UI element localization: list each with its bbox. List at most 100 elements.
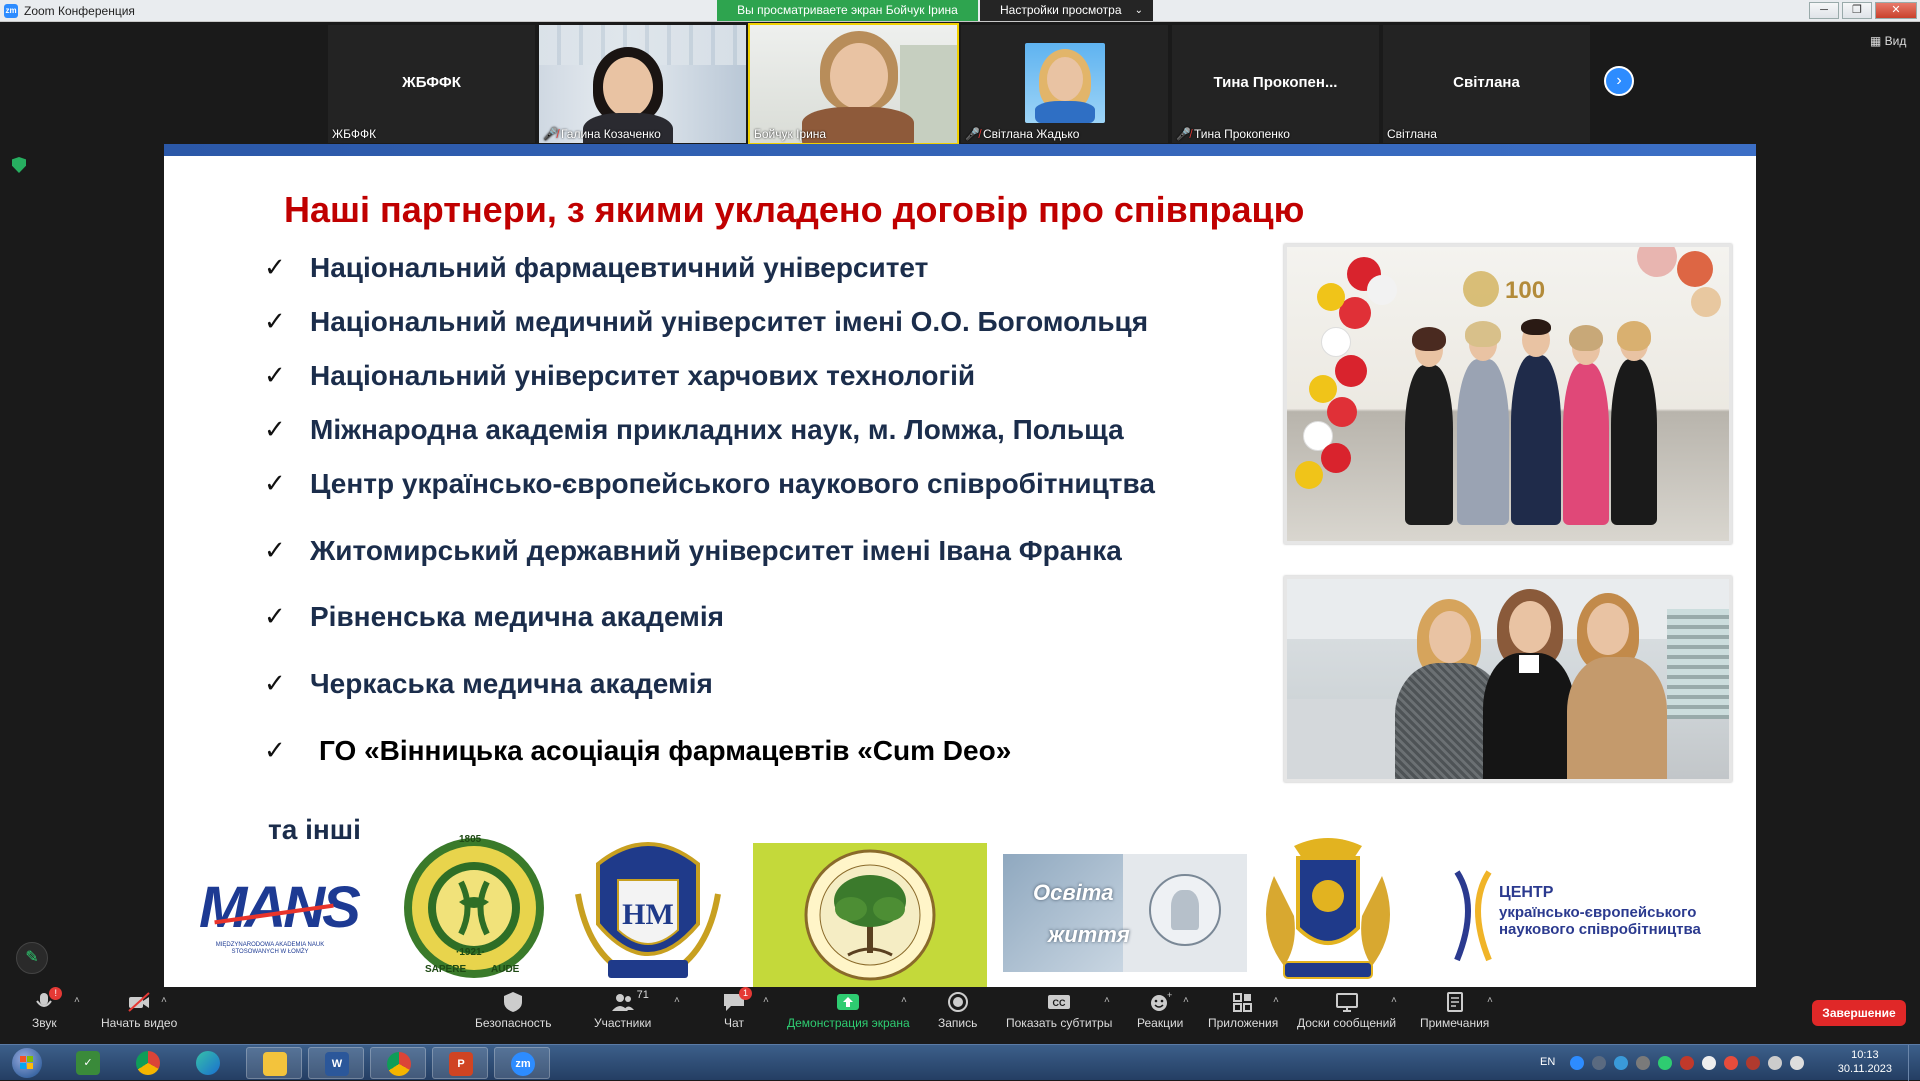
tray-app-icon[interactable] <box>1592 1056 1606 1070</box>
checkmark-icon: ✓ <box>264 306 286 336</box>
powerpoint-icon: P <box>449 1052 473 1076</box>
chevron-up-icon[interactable]: ˄ <box>1183 995 1189 1006</box>
checkmark-icon: ✓ <box>264 252 286 282</box>
chrome-icon <box>387 1052 411 1076</box>
participant-tile-active-speaker[interactable]: Бойчук Ірина <box>748 23 959 145</box>
cum-deo-association-logo <box>753 843 987 987</box>
security-button[interactable]: Безопасность <box>475 991 552 1030</box>
chevron-up-icon[interactable]: ˄ <box>674 995 680 1006</box>
participant-tile[interactable]: 🎤̸ Галина Козаченко <box>539 25 746 143</box>
participant-tile[interactable]: 🎤̸ Світлана Жадько <box>961 25 1168 143</box>
record-button[interactable]: Запись <box>938 991 977 1030</box>
clock[interactable]: 10:13 30.11.2023 <box>1838 1048 1892 1076</box>
tray-app-icon[interactable] <box>1702 1056 1716 1070</box>
chevron-up-icon[interactable]: ˄ <box>74 995 80 1006</box>
mic-muted-icon: 🎤̸ <box>543 127 558 141</box>
participant-tag: 🎤̸ Галина Козаченко <box>543 127 661 141</box>
shared-screen-slide: Наші партнери, з якими укладено договір … <box>164 144 1756 987</box>
share-screen-icon <box>836 991 860 1013</box>
window-title: Zoom Конференция <box>24 3 135 18</box>
chat-icon: 1 <box>722 987 752 1013</box>
tray-app-icon[interactable] <box>1680 1056 1694 1070</box>
minimize-button[interactable]: ─ <box>1809 2 1839 19</box>
participant-tag: 🎤̸ Світлана Жадько <box>965 127 1080 141</box>
taskbar-zoom[interactable]: zm <box>494 1047 550 1079</box>
participant-video <box>750 25 957 143</box>
centr-subtitle: українсько-європейського наукового співр… <box>1499 904 1701 938</box>
participants-icon: 71 <box>611 989 649 1013</box>
participant-name: Світлана <box>1453 74 1520 91</box>
chevron-up-icon[interactable]: ˄ <box>1273 995 1279 1006</box>
nfu-emblem-logo: 1805 ·1921· SAPERE AUDE <box>401 832 547 984</box>
captions-button[interactable]: CC Показать субтитры <box>1006 991 1112 1030</box>
zoom-tray-icon[interactable] <box>1570 1056 1584 1070</box>
encryption-shield-icon[interactable] <box>12 157 26 173</box>
reactions-button[interactable]: + Реакции <box>1137 990 1183 1030</box>
word-icon: W <box>325 1052 349 1076</box>
zoom-logo-icon: zm <box>4 3 18 18</box>
chevron-up-icon[interactable]: ˄ <box>1487 995 1493 1006</box>
participants-button[interactable]: 71 Участники <box>594 989 651 1030</box>
zoom-icon: zm <box>511 1052 535 1076</box>
tray-app-icon[interactable] <box>1724 1056 1738 1070</box>
taskbar-word[interactable]: W <box>308 1047 364 1079</box>
shield-icon <box>501 991 525 1013</box>
windows-taskbar: ✓ W P zm EN 10:13 30.11.2023 <box>0 1044 1920 1081</box>
chevron-up-icon[interactable]: ˄ <box>763 995 769 1006</box>
participant-tile[interactable]: Тина Прокопен... 🎤̸ Тина Прокопенко <box>1172 25 1379 143</box>
view-button[interactable]: ▦ Вид <box>1870 34 1906 48</box>
checkmark-icon: ✓ <box>264 468 286 498</box>
start-button[interactable] <box>4 1047 50 1079</box>
apps-button[interactable]: Приложения <box>1208 991 1278 1030</box>
others-label: та інші <box>268 814 361 845</box>
checkmark-icon: ✓ <box>264 535 286 565</box>
tray-app-icon[interactable] <box>1636 1056 1650 1070</box>
record-icon <box>946 991 970 1013</box>
taskbar-explorer[interactable] <box>246 1047 302 1079</box>
chevron-up-icon[interactable]: ˄ <box>1104 995 1110 1006</box>
slide-title: Наші партнери, з якими укладено договір … <box>284 189 1305 230</box>
language-indicator[interactable]: EN <box>1540 1056 1555 1068</box>
taskbar-powerpoint[interactable]: P <box>432 1047 488 1079</box>
taskbar-chrome[interactable] <box>120 1047 176 1079</box>
chevron-up-icon[interactable]: ˄ <box>161 995 167 1006</box>
participant-tag: ЖБФФК <box>332 127 377 141</box>
slide-top-bar <box>164 144 1756 156</box>
network-icon[interactable] <box>1768 1056 1782 1070</box>
taskbar-chrome-window[interactable] <box>370 1047 426 1079</box>
chevron-up-icon[interactable]: ˄ <box>901 995 907 1006</box>
notes-button[interactable]: Примечания <box>1420 991 1489 1030</box>
meeting-toolbar: ! Звук ˄ Начать видео ˄ Безопасность 71 … <box>0 987 1920 1044</box>
participant-tile[interactable]: ЖБФФК ЖБФФК <box>328 25 535 143</box>
show-desktop-button[interactable] <box>1908 1045 1920 1081</box>
whiteboard-icon <box>1335 991 1359 1013</box>
taskbar-tasks-app[interactable]: ✓ <box>60 1047 116 1079</box>
audio-button[interactable]: ! Звук <box>32 987 63 1030</box>
volume-icon[interactable] <box>1790 1056 1804 1070</box>
close-button[interactable]: ✕ <box>1875 2 1917 19</box>
taskbar-edge[interactable] <box>180 1047 236 1079</box>
nmu-crest-logo: НМ <box>568 834 728 986</box>
chat-button[interactable]: 1 Чат <box>722 987 752 1030</box>
share-screen-button[interactable]: Демонстрация экрана <box>787 991 910 1030</box>
end-meeting-button[interactable]: Завершение <box>1812 1000 1906 1026</box>
mic-muted-icon: 🎤̸ <box>1176 127 1191 141</box>
next-page-arrow-icon[interactable]: › <box>1604 66 1634 96</box>
mans-logo: MANS MIĘDZYNARODOWA AKADEMIA NAUK STOSOW… <box>199 875 361 955</box>
svg-text:НМ: НМ <box>622 898 674 931</box>
checkmark-icon: ✓ <box>264 668 286 698</box>
checklist-icon: ✓ <box>76 1051 100 1075</box>
captions-icon: CC <box>1047 991 1071 1013</box>
viewing-banner: Вы просматриваете экран Бойчук Ірина <box>717 0 978 21</box>
annotate-pencil-icon[interactable]: ✎ <box>16 942 48 974</box>
chevron-down-icon: ⌄ <box>1134 5 1143 16</box>
skype-icon[interactable] <box>1614 1056 1628 1070</box>
chrome-icon <box>136 1051 160 1075</box>
participant-tile[interactable]: Світлана Світлана <box>1383 25 1590 143</box>
view-settings-dropdown[interactable]: Настройки просмотра ⌄ <box>980 0 1153 21</box>
tray-check-icon[interactable] <box>1658 1056 1672 1070</box>
maximize-button[interactable]: ❐ <box>1842 2 1872 19</box>
tray-app-icon[interactable] <box>1746 1056 1760 1070</box>
chevron-up-icon[interactable]: ˄ <box>1391 995 1397 1006</box>
whiteboards-button[interactable]: Доски сообщений <box>1297 991 1396 1030</box>
